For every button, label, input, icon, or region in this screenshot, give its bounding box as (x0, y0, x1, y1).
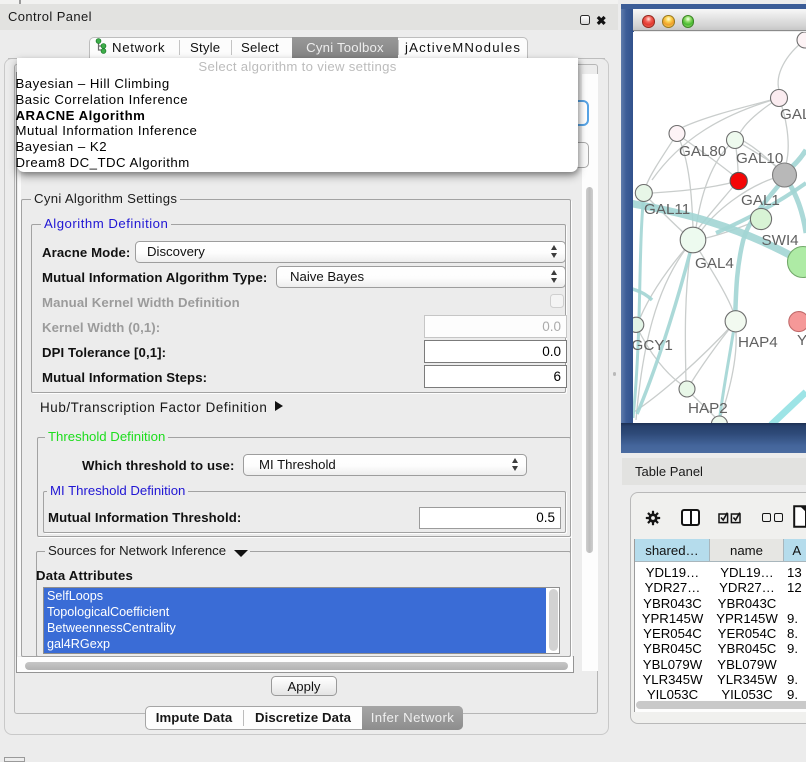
svg-text:GAL80: GAL80 (679, 143, 726, 160)
svg-text:Y: Y (797, 332, 806, 349)
svg-text:HAP2: HAP2 (688, 400, 728, 417)
svg-text:GAL1: GAL1 (741, 192, 780, 209)
svg-text:GAL: GAL (780, 106, 806, 123)
svg-text:GAL4: GAL4 (695, 255, 734, 272)
svg-text:GAL10: GAL10 (736, 150, 783, 167)
svg-text:HAP4: HAP4 (738, 334, 778, 351)
svg-text:SWI4: SWI4 (762, 232, 799, 249)
svg-text:GCY1: GCY1 (633, 337, 673, 354)
svg-text:GAL11: GAL11 (644, 201, 690, 218)
